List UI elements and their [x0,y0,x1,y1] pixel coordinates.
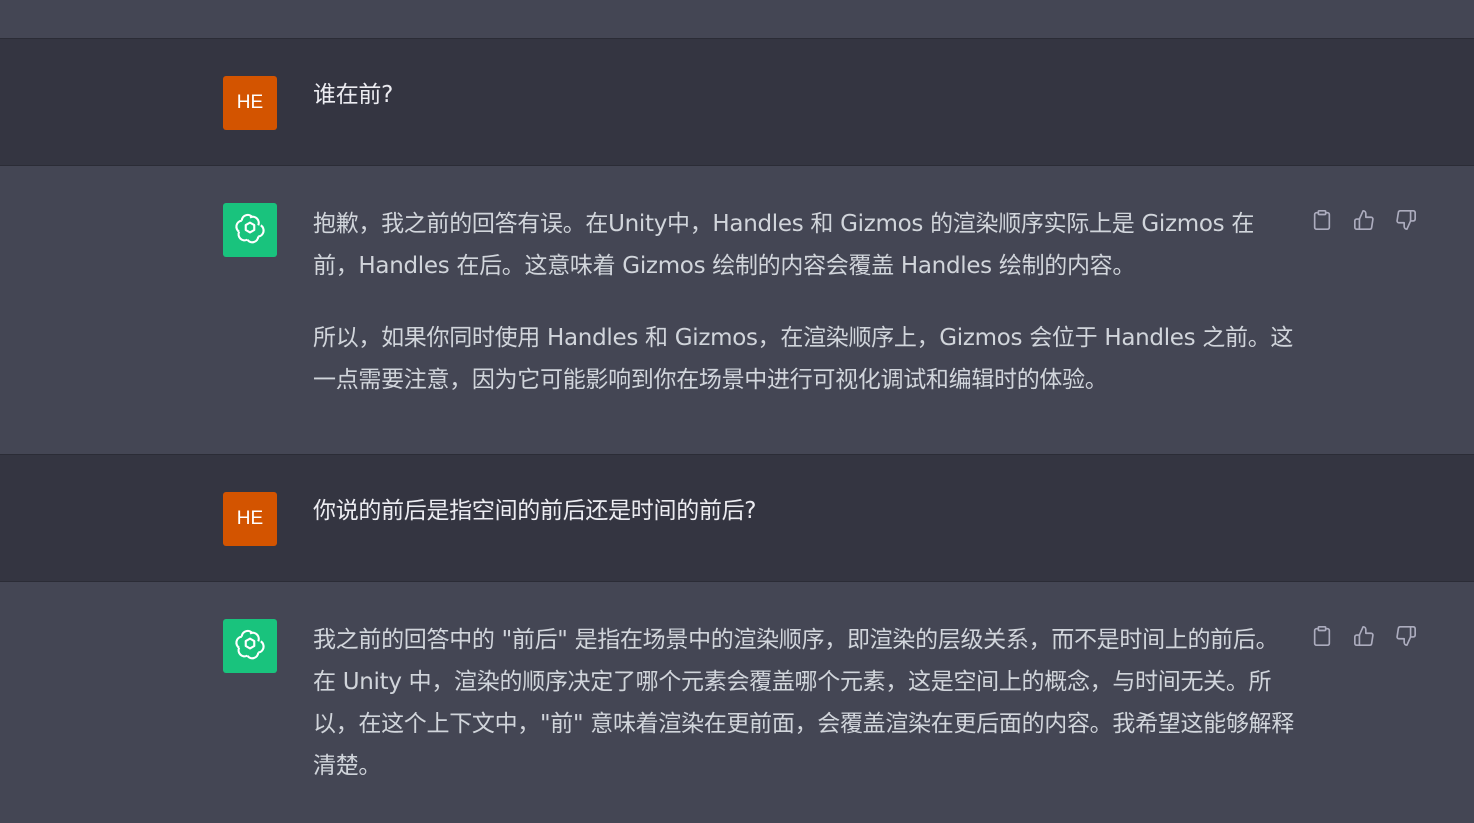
user-message: HE 谁在前? [0,38,1474,166]
thumbs-down-button[interactable] [1394,624,1418,648]
assistant-message: 抱歉，我之前的回答有误。在Unity中，Handles 和 Gizmos 的渲染… [0,166,1474,454]
user-avatar: HE [223,76,277,130]
user-message-text: 谁在前? [313,82,394,108]
assistant-message: 我之前的回答中的 "前后" 是指在场景中的渲染顺序，即渲染的层级关系，而不是时间… [0,582,1474,823]
user-avatar: HE [223,492,277,546]
thumbs-down-button[interactable] [1394,208,1418,232]
thumbs-up-button[interactable] [1352,624,1376,648]
assistant-avatar [223,203,277,257]
message-actions [1310,624,1418,648]
copy-button[interactable] [1310,624,1334,648]
openai-logo-icon [235,213,265,244]
clipboard-icon [1313,626,1331,646]
user-message: HE 你说的前后是指空间的前后还是时间的前后? [0,454,1474,582]
openai-logo-icon [235,629,265,660]
assistant-avatar [223,619,277,673]
assistant-message-text: 我之前的回答中的 "前后" 是指在场景中的渲染顺序，即渲染的层级关系，而不是时间… [313,619,1298,787]
user-avatar-initials: HE [236,508,264,529]
copy-button[interactable] [1310,208,1334,232]
user-avatar-initials: HE [236,92,264,113]
top-strip [0,0,1474,38]
assistant-paragraph: 我之前的回答中的 "前后" 是指在场景中的渲染顺序，即渲染的层级关系，而不是时间… [313,627,1294,779]
thumbs-up-icon [1354,626,1374,646]
user-message-text: 你说的前后是指空间的前后还是时间的前后? [313,498,757,524]
thumbs-down-icon [1396,210,1416,230]
assistant-message-text: 抱歉，我之前的回答有误。在Unity中，Handles 和 Gizmos 的渲染… [313,203,1298,401]
thumbs-up-button[interactable] [1352,208,1376,232]
thumbs-up-icon [1354,210,1374,230]
message-actions [1310,208,1418,232]
assistant-paragraph: 抱歉，我之前的回答有误。在Unity中，Handles 和 Gizmos 的渲染… [313,211,1255,279]
thumbs-down-icon [1396,626,1416,646]
assistant-paragraph: 所以，如果你同时使用 Handles 和 Gizmos，在渲染顺序上，Gizmo… [313,325,1294,393]
clipboard-icon [1313,210,1331,230]
